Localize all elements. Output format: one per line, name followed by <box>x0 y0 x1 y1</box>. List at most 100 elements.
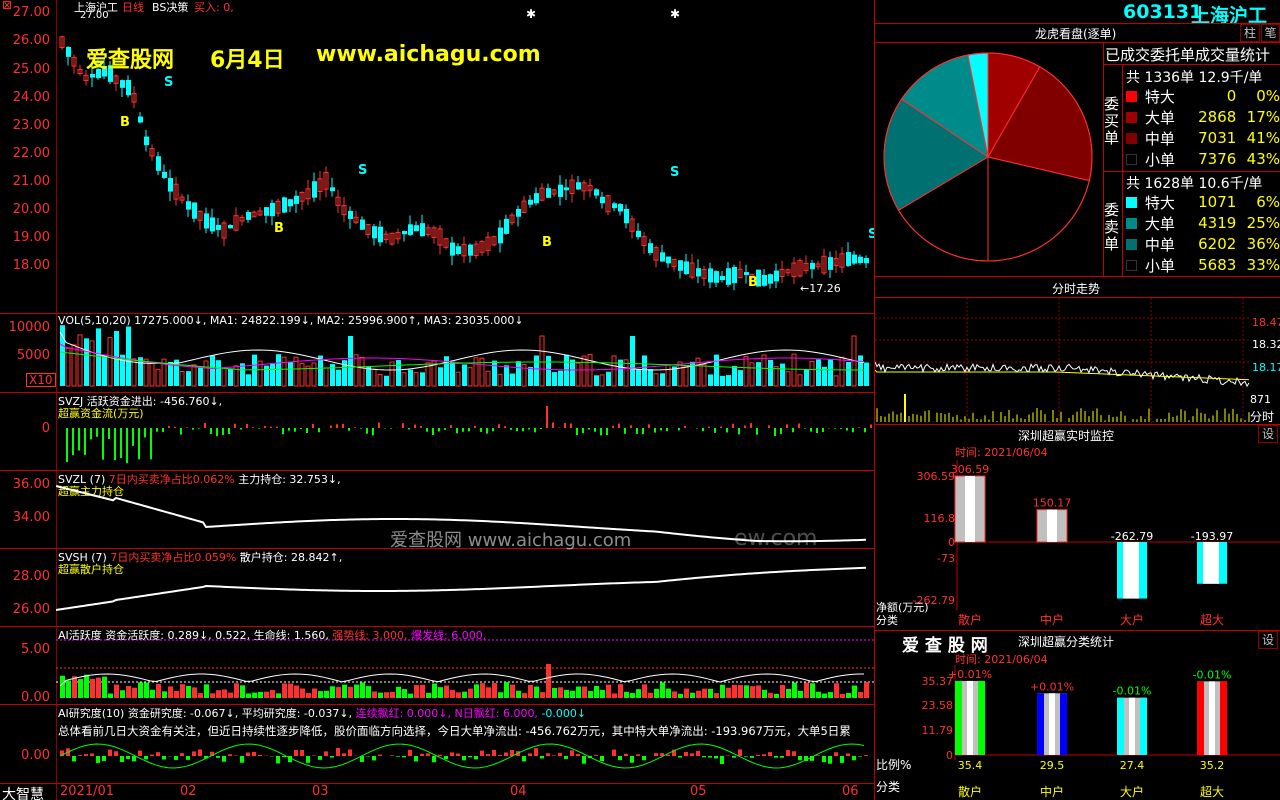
volume-bar <box>131 358 137 387</box>
research-bar <box>258 754 262 756</box>
monitor-chart[interactable]: 306.59116.80-73-262.79306.59散户150.17中户-2… <box>875 460 1280 630</box>
flow-bar <box>276 426 278 428</box>
stats-bar <box>955 680 985 755</box>
bar-label: 散户 <box>958 612 982 627</box>
color-swatch <box>1126 259 1137 271</box>
activity-bar <box>840 693 845 698</box>
activity-bar <box>750 686 755 698</box>
activity-bar <box>150 689 155 698</box>
volume-bar <box>485 370 491 387</box>
bar-label: 中户 <box>1040 784 1064 799</box>
activity-bar <box>354 684 359 698</box>
flow-bar <box>666 428 668 432</box>
bar-highlight <box>965 476 975 542</box>
main-chart-area[interactable]: ⊠ 上海沪工 日线 BS决策 买入: 0, 27.00 26.00 25.00 … <box>0 0 874 800</box>
order-type: 中单 <box>1144 129 1175 148</box>
monitor-settings-button[interactable]: 设 <box>1258 425 1278 443</box>
flow-bar <box>108 428 110 440</box>
activity-bar <box>786 688 791 698</box>
stats2-settings-button[interactable]: 设 <box>1258 631 1278 649</box>
center-watermark: 爱查股网 www.aichagu.com <box>390 530 632 551</box>
volume-bar <box>653 373 659 387</box>
activity-bar <box>576 686 581 698</box>
note-button[interactable]: 笔 <box>1261 24 1280 42</box>
bar-highlight <box>1123 542 1139 599</box>
flow-bar <box>288 428 290 431</box>
activity-bar <box>438 687 443 698</box>
research-bar <box>480 750 484 756</box>
research-bar <box>546 753 550 756</box>
stats2-chart[interactable]: 35.3723.5811.790+0.01%35.4散户+0.01%29.5中户… <box>875 665 1280 800</box>
flow-bar <box>846 428 848 431</box>
intraday-price-mid: 18.32 <box>1252 338 1280 351</box>
activity-bar <box>498 692 503 698</box>
volume-bar <box>599 374 605 387</box>
activity-bar <box>450 689 455 698</box>
tick: 26.00 <box>12 33 50 48</box>
volume-bar <box>816 359 821 386</box>
ai-active-chart[interactable] <box>56 636 874 703</box>
tick: 19.00 <box>12 230 50 245</box>
signal-b: B <box>542 235 552 250</box>
brand-label[interactable]: 大智慧 <box>2 784 44 800</box>
svzj-chart[interactable] <box>56 398 874 468</box>
intraday-vol-label[interactable]: 分时 <box>1250 408 1274 425</box>
tick: 36.00 <box>12 477 50 492</box>
activity-bar <box>210 693 215 698</box>
research-bar <box>744 756 748 757</box>
research-bar <box>846 753 850 756</box>
research-bar <box>84 754 88 756</box>
volume-bar <box>84 338 89 386</box>
column-button[interactable]: 柱 <box>1240 24 1260 42</box>
research-bar <box>750 756 754 758</box>
candle-body <box>348 210 353 219</box>
candle-body <box>144 136 149 146</box>
flow-bar <box>192 428 194 430</box>
bar-highlight <box>1049 693 1055 755</box>
research-bar <box>654 753 658 756</box>
svsh-chart[interactable] <box>56 550 874 625</box>
intraday-chart[interactable] <box>875 298 1250 424</box>
activity-bar <box>204 684 209 698</box>
flow-bar <box>168 426 170 428</box>
flow-bar <box>738 428 740 435</box>
candle-body <box>420 223 425 237</box>
x-label: 06 <box>842 784 859 799</box>
bar-edge-right <box>978 680 985 755</box>
activity-bar <box>330 686 335 698</box>
avg-line <box>875 369 1250 381</box>
flow-bar <box>582 428 584 434</box>
volume-bar <box>221 367 227 387</box>
volume-bar <box>102 354 107 386</box>
research-bar <box>378 754 382 756</box>
activity-bar <box>432 683 437 698</box>
activity-bar <box>690 692 695 698</box>
order-volume: 4319 <box>1198 214 1237 232</box>
volume-chart[interactable] <box>56 322 874 390</box>
research-bar <box>576 753 580 756</box>
volume-bar <box>276 354 281 386</box>
research-bar <box>456 753 460 756</box>
tick: 0.00 <box>21 690 50 705</box>
research-bar <box>522 756 526 762</box>
x-label: 05 <box>690 784 707 799</box>
monitor-bar <box>1036 509 1068 543</box>
flow-bar <box>126 428 128 464</box>
ai-research-chart[interactable] <box>56 738 874 783</box>
volume-bar <box>504 365 509 386</box>
volume-bar <box>396 360 401 386</box>
candle-body <box>162 171 167 178</box>
flow-bar <box>120 428 122 459</box>
flow-bar <box>84 428 86 455</box>
color-swatch <box>1126 132 1137 144</box>
flow-bar <box>300 428 302 429</box>
flow-bar <box>252 427 254 428</box>
activity-bar <box>486 687 491 698</box>
flow-bar <box>840 428 842 429</box>
order-row: 大单 4319 25% <box>1126 213 1280 233</box>
research-bar <box>714 756 718 759</box>
volume-bar <box>281 356 287 387</box>
activity-bar <box>600 689 605 698</box>
research-bar <box>276 756 280 764</box>
volume-bar <box>179 370 185 387</box>
